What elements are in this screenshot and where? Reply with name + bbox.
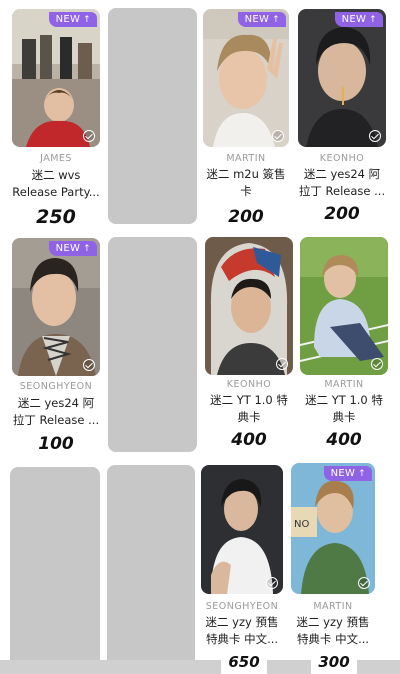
card-title-line1: 迷二 wvs — [31, 168, 81, 182]
new-badge: NEW ↑ — [48, 241, 97, 256]
new-badge: NEW ↑ — [334, 12, 383, 27]
select-check-icon[interactable] — [272, 130, 284, 142]
listing-card-james[interactable]: NEW ↑ JAMES 迷二 wvs Release Party... 250 — [12, 9, 100, 231]
card-photo: NEW ↑ — [203, 9, 289, 147]
select-check-icon[interactable] — [266, 577, 278, 589]
card-title-line1: 迷二 YT 1.0 特 — [305, 393, 383, 407]
card-title-line1: 迷二 yes24 阿 — [303, 167, 381, 181]
card-price: 200 — [324, 204, 360, 224]
card-title-line1: 迷二 yes24 阿 — [17, 396, 95, 410]
member-name: MARTIN — [226, 153, 266, 164]
select-check-icon[interactable] — [371, 358, 383, 370]
card-title-line2: 典卡 — [332, 410, 356, 424]
card-price: 400 — [231, 430, 267, 450]
card-title-line2: 特典卡 中文... — [205, 632, 279, 646]
card-title-line1: 迷二 yzy 預售 — [205, 615, 279, 629]
placeholder-tile — [108, 237, 197, 452]
card-photo — [205, 237, 293, 375]
card-photo: NO NEW ↑ — [291, 463, 375, 594]
member-name: SEONGHYEON — [205, 601, 279, 612]
listing-card-seonghyeon[interactable]: SEONGHYEON 迷二 yzy 預售 特典卡 中文... — [201, 465, 283, 674]
card-title-line2: 典卡 — [237, 410, 261, 424]
card-photo: NEW ↑ — [298, 9, 386, 147]
placeholder-tile — [107, 465, 195, 674]
member-name: KEONHO — [319, 153, 365, 164]
card-photo — [300, 237, 388, 375]
member-name: MARTIN — [324, 379, 364, 390]
new-badge: NEW ↑ — [323, 466, 372, 481]
member-name: JAMES — [40, 153, 72, 164]
placeholder-tile — [10, 467, 100, 674]
placeholder-tile — [108, 8, 197, 224]
card-title-line1: 迷二 m2u 簽售 — [206, 167, 286, 181]
select-check-icon[interactable] — [83, 130, 95, 142]
svg-text:NO: NO — [294, 519, 309, 530]
listing-card-seonghyeon[interactable]: NEW ↑ SEONGHYEON 迷二 yes24 阿 拉丁 Release ..… — [12, 238, 100, 460]
card-title-line1: 迷二 yzy 預售 — [296, 615, 370, 629]
card-price: 250 — [36, 206, 76, 228]
card-price: 650 — [221, 651, 267, 674]
card-photo: NEW ↑ — [12, 9, 100, 147]
listing-card-martin[interactable]: NO NEW ↑ MARTIN 迷二 yzy 預售 特典卡 中文... — [291, 463, 375, 674]
card-title-line2: 拉丁 Release ... — [298, 184, 386, 198]
card-title-line1: 迷二 YT 1.0 特 — [210, 393, 288, 407]
card-price: 400 — [326, 430, 362, 450]
listing-card-keonho[interactable]: NEW ↑ KEONHO 迷二 yes24 阿 拉丁 Release ... 20… — [298, 9, 386, 231]
card-title-line2: 拉丁 Release ... — [12, 413, 100, 427]
select-check-icon[interactable] — [369, 130, 381, 142]
card-title-line2: 特典卡 中文... — [296, 632, 370, 646]
select-check-icon[interactable] — [83, 359, 95, 371]
new-badge: NEW ↑ — [237, 12, 286, 27]
select-check-icon[interactable] — [276, 358, 288, 370]
listing-card-keonho[interactable]: KEONHO 迷二 YT 1.0 特 典卡 400 — [205, 237, 293, 459]
card-title-line2: Release Party... — [12, 185, 100, 199]
new-badge: NEW ↑ — [48, 12, 97, 27]
select-check-icon[interactable] — [358, 577, 370, 589]
card-photo — [201, 465, 283, 594]
member-name: KEONHO — [226, 379, 272, 390]
member-name: SEONGHYEON — [19, 381, 93, 392]
card-photo: NEW ↑ — [12, 238, 100, 376]
listing-card-martin[interactable]: MARTIN 迷二 YT 1.0 特 典卡 400 — [300, 237, 388, 459]
member-name: MARTIN — [313, 601, 353, 612]
card-title-line2: 卡 — [240, 184, 252, 198]
card-price: 100 — [38, 434, 74, 454]
card-price: 300 — [311, 651, 357, 674]
listing-card-martin[interactable]: NEW ↑ MARTIN 迷二 m2u 簽售 卡 200 — [203, 9, 289, 231]
card-price: 200 — [228, 207, 264, 227]
